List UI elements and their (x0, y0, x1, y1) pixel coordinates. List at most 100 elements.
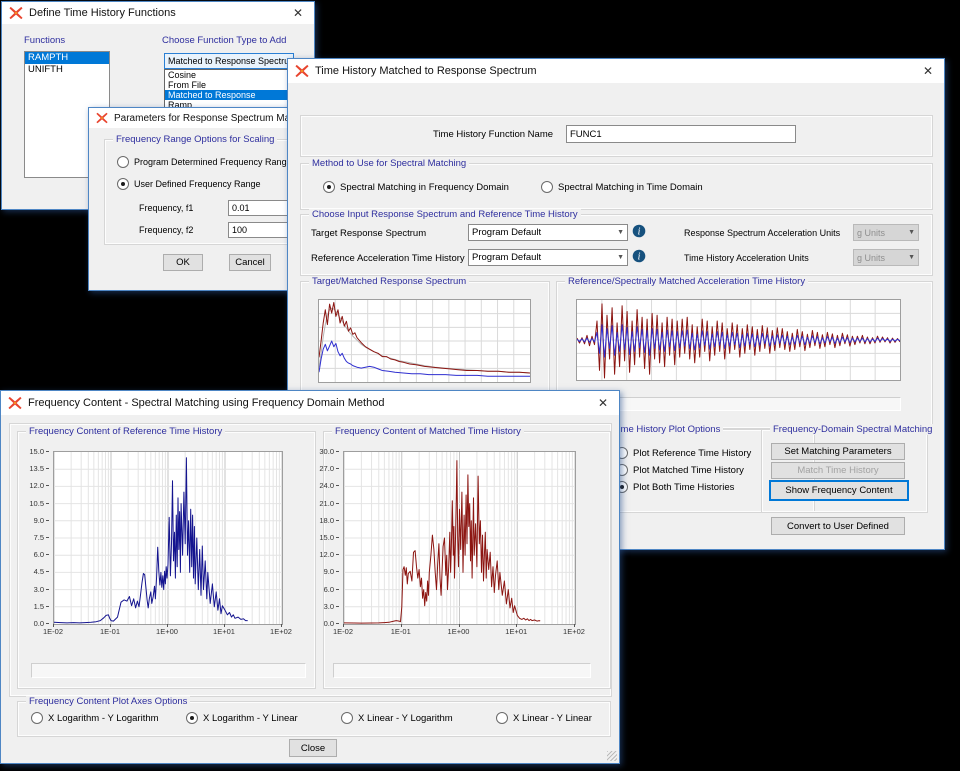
freq-reference-chart: 0.01.53.04.56.07.59.010.512.013.515.01E-… (21, 443, 297, 643)
ok-button[interactable]: OK (163, 254, 203, 271)
radio-label: Program Determined Frequency Range (134, 157, 292, 167)
radio-frequency-domain[interactable]: Spectral Matching in Frequency Domain (323, 181, 509, 193)
reference-th-value: Program Default (472, 252, 541, 263)
radio-icon (341, 712, 353, 724)
matched-dialog-title: Time History Matched to Response Spectru… (315, 65, 537, 77)
radio-plot-matched[interactable]: Plot Matched Time History (616, 464, 744, 476)
chevron-down-icon: ▼ (908, 254, 915, 261)
freq-dialog-titlebar[interactable]: Frequency Content - Spectral Matching us… (1, 391, 619, 415)
choose-type-label: Choose Function Type to Add (162, 35, 286, 46)
target-spectrum-value: Program Default (472, 227, 541, 238)
freq-matched-group-label: Frequency Content of Matched Time Histor… (332, 426, 524, 437)
spectrum-preview-group-label: Target/Matched Response Spectrum (309, 276, 469, 287)
rs-units-value: g Units (857, 228, 885, 238)
resize-grip[interactable] (607, 751, 617, 761)
radio-icon (541, 181, 553, 193)
freq-dialog-title: Frequency Content - Spectral Matching us… (28, 397, 384, 409)
chevron-down-icon: ▼ (908, 229, 915, 236)
function-type-combo[interactable]: Matched to Response Spectrum ▼ (164, 53, 294, 69)
radio-icon (31, 712, 43, 724)
f1-label: Frequency, f1 (139, 203, 193, 213)
function-name-label: Time History Function Name (433, 129, 553, 140)
list-item[interactable]: UNIFTH (25, 64, 109, 76)
freq-matched-chart: 0.03.06.09.012.015.018.021.024.027.030.0… (311, 443, 591, 643)
frequency-range-group-label: Frequency Range Options for Scaling (113, 134, 277, 145)
radio-program-determined[interactable]: Program Determined Frequency Range (117, 156, 292, 168)
matched-dialog-titlebar[interactable]: Time History Matched to Response Spectru… (288, 59, 944, 83)
function-name-input[interactable]: FUNC1 (566, 125, 796, 143)
info-icon[interactable]: i (632, 249, 646, 263)
f2-value: 100 (232, 225, 247, 235)
radio-label: Plot Matched Time History (633, 465, 744, 476)
droplist-option[interactable]: Cosine (165, 70, 287, 80)
define-dialog-title: Define Time History Functions (29, 7, 176, 19)
droplist-option-highlighted[interactable]: Matched to Response Spectrum (165, 90, 287, 100)
radio-xlinear-ylog[interactable]: X Linear - Y Logarithm (341, 712, 453, 724)
cancel-button[interactable]: Cancel (229, 254, 271, 271)
set-matching-parameters-button[interactable]: Set Matching Parameters (771, 443, 905, 460)
desktop: Define Time History Functions ✕ Function… (0, 0, 960, 771)
radio-plot-both[interactable]: Plot Both Time Histories (616, 481, 734, 493)
freq-reference-status-bar (31, 663, 306, 678)
function-type-droplist[interactable]: Cosine From File Matched to Response Spe… (164, 69, 288, 112)
radio-label: User Defined Frequency Range (134, 179, 261, 189)
axes-options-group-label: Frequency Content Plot Axes Options (26, 696, 190, 707)
convert-to-user-defined-button[interactable]: Convert to User Defined (771, 517, 905, 535)
plot-options-group-label: Time History Plot Options (610, 424, 723, 435)
radio-icon (117, 156, 129, 168)
rs-units-combo: g Units ▼ (853, 224, 919, 241)
info-icon[interactable]: i (632, 224, 646, 238)
radio-icon (117, 178, 129, 190)
method-group-label: Method to Use for Spectral Matching (309, 158, 469, 169)
f2-label: Frequency, f2 (139, 225, 193, 235)
radio-label: Spectral Matching in Time Domain (558, 182, 703, 193)
radio-icon (186, 712, 198, 724)
function-type-value: Matched to Response Spectrum (168, 56, 294, 66)
radio-icon (323, 181, 335, 193)
radio-label: X Logarithm - Y Logarithm (48, 713, 159, 724)
close-icon[interactable]: ✕ (919, 64, 937, 78)
droplist-option[interactable]: From File (165, 80, 287, 90)
time-history-preview-chart (576, 299, 899, 379)
reference-th-combo[interactable]: Program Default ▼ (468, 249, 628, 266)
csi-app-icon (295, 64, 309, 78)
radio-label: Plot Reference Time History (633, 448, 751, 459)
show-frequency-content-button[interactable]: Show Frequency Content (769, 480, 909, 501)
target-spectrum-label: Target Response Spectrum (311, 228, 426, 239)
target-spectrum-combo[interactable]: Program Default ▼ (468, 224, 628, 241)
chevron-down-icon: ▼ (617, 254, 624, 261)
radio-user-defined[interactable]: User Defined Frequency Range (117, 178, 261, 190)
fd-matching-group-label: Frequency-Domain Spectral Matching (770, 424, 935, 435)
reference-th-label: Reference Acceleration Time History (311, 253, 465, 264)
time-history-status-bar (576, 397, 901, 411)
radio-label: X Logarithm - Y Linear (203, 713, 298, 724)
radio-label: X Linear - Y Logarithm (358, 713, 453, 724)
radio-icon (496, 712, 508, 724)
params-dialog-titlebar[interactable]: Parameters for Response Spectrum Matchin… (89, 108, 297, 128)
frequency-content-dialog: Frequency Content - Spectral Matching us… (0, 390, 620, 764)
functions-label: Functions (24, 35, 65, 46)
radio-label: Spectral Matching in Frequency Domain (340, 182, 509, 193)
th-units-label: Time History Acceleration Units (684, 253, 809, 263)
list-item[interactable]: RAMPTH (25, 52, 109, 64)
radio-xlog-ylog[interactable]: X Logarithm - Y Logarithm (31, 712, 159, 724)
define-dialog-titlebar[interactable]: Define Time History Functions ✕ (2, 2, 314, 24)
close-button[interactable]: Close (289, 739, 337, 757)
params-dialog-title: Parameters for Response Spectrum Matchin… (114, 113, 290, 124)
radio-time-domain[interactable]: Spectral Matching in Time Domain (541, 181, 703, 193)
th-units-value: g Units (857, 253, 885, 263)
freq-reference-group-label: Frequency Content of Reference Time Hist… (26, 426, 225, 437)
matching-parameters-dialog: Parameters for Response Spectrum Matchin… (88, 107, 298, 291)
close-icon[interactable]: ✕ (594, 396, 612, 410)
f1-value: 0.01 (232, 203, 250, 213)
radio-xlog-ylinear[interactable]: X Logarithm - Y Linear (186, 712, 298, 724)
csi-app-icon (8, 396, 22, 410)
csi-app-icon (96, 112, 108, 124)
radio-label: X Linear - Y Linear (513, 713, 592, 724)
svg-text:i: i (638, 227, 641, 238)
close-icon[interactable]: ✕ (289, 6, 307, 20)
time-history-preview-group-label: Reference/Spectrally Matched Acceleratio… (565, 276, 808, 287)
freq-matched-status-bar (333, 663, 591, 678)
radio-plot-reference[interactable]: Plot Reference Time History (616, 447, 751, 459)
radio-xlinear-ylinear[interactable]: X Linear - Y Linear (496, 712, 592, 724)
